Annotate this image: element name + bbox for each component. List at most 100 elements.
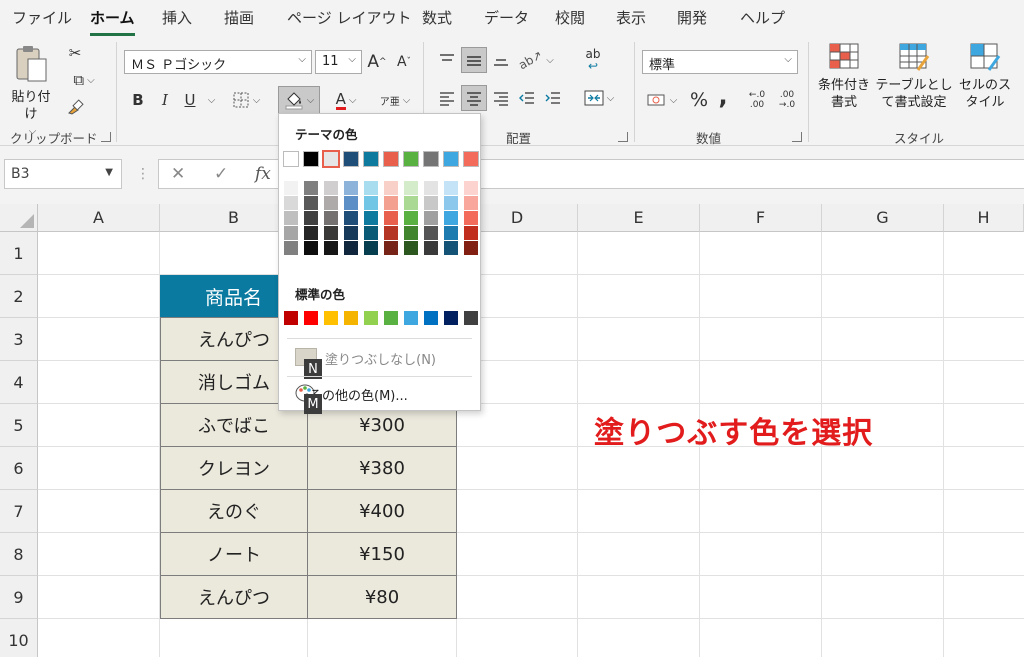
- cell-price[interactable]: ¥400: [308, 490, 457, 533]
- column-header-e[interactable]: E: [578, 204, 700, 232]
- theme-shade-swatch[interactable]: [284, 211, 298, 225]
- theme-shade-swatch[interactable]: [464, 196, 478, 210]
- theme-shade-swatch[interactable]: [404, 226, 418, 240]
- theme-shade-swatch[interactable]: [304, 241, 318, 255]
- theme-shade-swatch[interactable]: [284, 196, 298, 210]
- grow-font-button[interactable]: A ^: [366, 50, 388, 74]
- theme-shade-swatch[interactable]: [364, 181, 378, 195]
- theme-shade-swatch[interactable]: [464, 211, 478, 225]
- copy-button[interactable]: ⧉ ⌵: [64, 69, 104, 91]
- theme-shade-swatch[interactable]: [444, 196, 458, 210]
- theme-shade-swatch[interactable]: [304, 181, 318, 195]
- format-as-table-button[interactable]: テーブルとして書式設定: [874, 42, 954, 122]
- row-header-6[interactable]: 6: [0, 447, 38, 490]
- theme-shade-swatch[interactable]: [344, 226, 358, 240]
- clipboard-launcher-icon[interactable]: [101, 132, 111, 142]
- standard-color-swatch[interactable]: [364, 311, 378, 325]
- alignment-launcher-icon[interactable]: [618, 132, 628, 142]
- theme-shade-swatch[interactable]: [364, 196, 378, 210]
- row-header-2[interactable]: 2: [0, 275, 38, 318]
- percent-button[interactable]: %: [688, 88, 710, 112]
- cell-price[interactable]: ¥80: [308, 576, 457, 619]
- select-all-button[interactable]: [0, 204, 38, 232]
- cell-product-name[interactable]: クレヨン: [160, 447, 308, 490]
- theme-shade-swatch[interactable]: [344, 211, 358, 225]
- theme-shade-swatch[interactable]: [404, 181, 418, 195]
- theme-shade-swatch[interactable]: [424, 226, 438, 240]
- fill-color-button[interactable]: ⌵: [278, 86, 320, 114]
- theme-shade-swatch[interactable]: [444, 241, 458, 255]
- paste-button[interactable]: 貼り付け ⌵: [6, 44, 56, 137]
- tab-review[interactable]: 校閲: [555, 7, 585, 28]
- tab-help[interactable]: ヘルプ: [740, 7, 785, 28]
- standard-color-swatch[interactable]: [464, 311, 478, 325]
- column-header-g[interactable]: G: [822, 204, 944, 232]
- theme-shade-swatch[interactable]: [324, 241, 338, 255]
- insert-function-icon[interactable]: fx: [255, 164, 271, 184]
- standard-color-swatch[interactable]: [444, 311, 458, 325]
- theme-color-swatch[interactable]: [322, 150, 340, 168]
- row-header-5[interactable]: 5: [0, 404, 38, 447]
- shrink-font-button[interactable]: Aˇ: [393, 50, 415, 74]
- cell-price[interactable]: ¥380: [308, 447, 457, 490]
- theme-shade-swatch[interactable]: [444, 181, 458, 195]
- format-painter-button[interactable]: [64, 96, 86, 118]
- cut-button[interactable]: ✂: [64, 42, 86, 64]
- theme-shade-swatch[interactable]: [464, 226, 478, 240]
- tab-view[interactable]: 表示: [616, 7, 646, 28]
- theme-shade-swatch[interactable]: [424, 211, 438, 225]
- align-bottom-button[interactable]: [490, 48, 512, 72]
- number-launcher-icon[interactable]: [792, 132, 802, 142]
- row-header-1[interactable]: 1: [0, 232, 38, 275]
- theme-shade-swatch[interactable]: [304, 211, 318, 225]
- column-header-f[interactable]: F: [700, 204, 822, 232]
- row-header-4[interactable]: 4: [0, 361, 38, 404]
- theme-color-swatch[interactable]: [423, 151, 439, 167]
- theme-shade-swatch[interactable]: [324, 211, 338, 225]
- cell-styles-button[interactable]: セルのスタイル: [956, 42, 1014, 122]
- theme-color-swatch[interactable]: [463, 151, 479, 167]
- theme-shade-swatch[interactable]: [364, 226, 378, 240]
- tab-draw[interactable]: 描画: [224, 7, 254, 28]
- theme-shade-swatch[interactable]: [284, 226, 298, 240]
- standard-color-swatch[interactable]: [344, 311, 358, 325]
- row-header-10[interactable]: 10: [0, 619, 38, 657]
- column-header-h[interactable]: H: [944, 204, 1024, 232]
- theme-color-swatch[interactable]: [283, 151, 299, 167]
- standard-color-swatch[interactable]: [324, 311, 338, 325]
- number-format-select[interactable]: 標準 ⌵: [642, 50, 798, 74]
- enter-icon[interactable]: ✓: [214, 164, 228, 184]
- theme-shade-swatch[interactable]: [424, 241, 438, 255]
- theme-shade-swatch[interactable]: [444, 211, 458, 225]
- row-header-7[interactable]: 7: [0, 490, 38, 533]
- tab-insert[interactable]: 挿入: [162, 7, 192, 28]
- theme-shade-swatch[interactable]: [404, 196, 418, 210]
- theme-shade-swatch[interactable]: [384, 211, 398, 225]
- accounting-format-button[interactable]: ⌵: [642, 88, 682, 112]
- align-top-button[interactable]: [436, 48, 458, 72]
- name-box[interactable]: B3 ▼: [4, 159, 122, 189]
- standard-color-swatch[interactable]: [404, 311, 418, 325]
- borders-button[interactable]: ⌵: [226, 88, 266, 112]
- underline-button[interactable]: U: [180, 88, 200, 112]
- tab-developer[interactable]: 開発: [677, 7, 707, 28]
- underline-dropdown[interactable]: ⌵: [202, 88, 218, 112]
- theme-shade-swatch[interactable]: [344, 181, 358, 195]
- theme-shade-swatch[interactable]: [404, 241, 418, 255]
- row-header-8[interactable]: 8: [0, 533, 38, 576]
- cell-product-name[interactable]: ノート: [160, 533, 308, 576]
- theme-shade-swatch[interactable]: [304, 196, 318, 210]
- italic-button[interactable]: I: [155, 88, 175, 112]
- increase-indent-button[interactable]: [542, 86, 564, 110]
- standard-color-swatch[interactable]: [424, 311, 438, 325]
- font-name-select[interactable]: ＭＳ Ｐゴシック ⌵: [124, 50, 312, 74]
- theme-shade-swatch[interactable]: [384, 181, 398, 195]
- tab-page-layout[interactable]: ページ レイアウト: [287, 7, 411, 28]
- align-center-button[interactable]: [461, 85, 487, 111]
- theme-shade-swatch[interactable]: [464, 181, 478, 195]
- theme-shade-swatch[interactable]: [464, 241, 478, 255]
- theme-color-swatch[interactable]: [403, 151, 419, 167]
- align-left-button[interactable]: [436, 86, 458, 110]
- theme-shade-swatch[interactable]: [344, 196, 358, 210]
- increase-decimal-button[interactable]: ←.0 .00: [744, 86, 770, 114]
